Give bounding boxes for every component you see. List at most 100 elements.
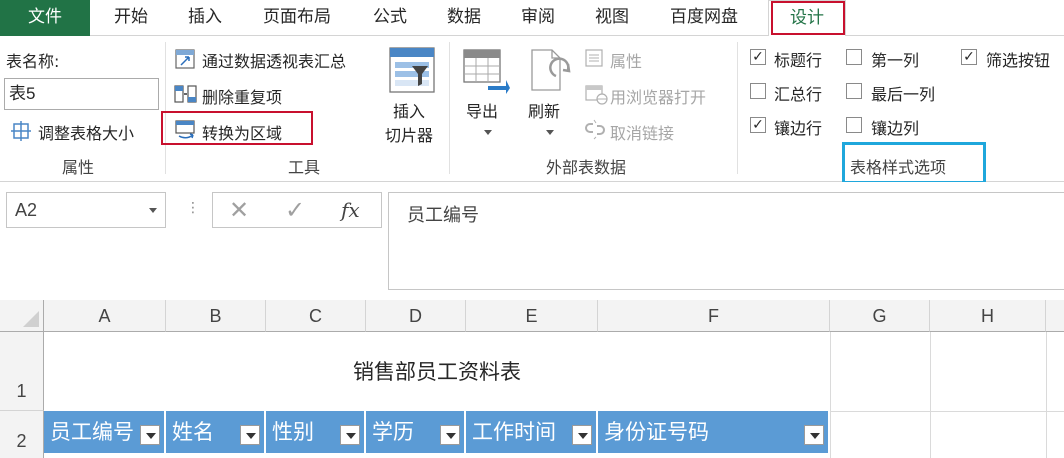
column-header-g[interactable]: G bbox=[830, 300, 930, 332]
filter-dropdown-icon[interactable] bbox=[140, 425, 160, 445]
column-header-i[interactable] bbox=[1046, 300, 1064, 332]
header-row-checkbox[interactable]: ✓ bbox=[750, 49, 766, 65]
group-divider bbox=[165, 42, 166, 174]
refresh-icon bbox=[528, 46, 574, 98]
table-header-cell[interactable]: 工作时间 bbox=[466, 411, 598, 453]
group-label-external-data: 外部表数据 bbox=[546, 158, 627, 177]
name-box-value: A2 bbox=[15, 200, 38, 220]
refresh-button[interactable]: 刷新 bbox=[528, 98, 560, 122]
table-header-cell[interactable]: 学历 bbox=[366, 411, 466, 453]
sheet-title-cell[interactable]: 销售部员工资料表 bbox=[44, 333, 830, 411]
insert-slicer-label-1[interactable]: 插入 bbox=[393, 98, 425, 122]
first-column-checkbox[interactable] bbox=[846, 49, 862, 65]
banded-columns-checkbox[interactable] bbox=[846, 117, 862, 133]
tab-file[interactable]: 文件 bbox=[0, 0, 90, 36]
column-header-h[interactable]: H bbox=[930, 300, 1046, 332]
tab-formulas[interactable]: 公式 bbox=[354, 0, 426, 36]
column-header-a[interactable]: A bbox=[44, 300, 166, 332]
export-dropdown-icon[interactable] bbox=[484, 130, 492, 135]
filter-dropdown-icon[interactable] bbox=[440, 425, 460, 445]
table-name-label: 表名称: bbox=[6, 52, 60, 71]
tab-view[interactable]: 视图 bbox=[576, 0, 648, 36]
gridline bbox=[830, 332, 831, 458]
external-properties-button[interactable]: 属性 bbox=[610, 48, 642, 72]
group-label-tools: 工具 bbox=[288, 158, 321, 177]
select-all-corner[interactable] bbox=[0, 300, 44, 332]
last-column-checkbox[interactable] bbox=[846, 83, 862, 99]
table-header-label: 身份证号码 bbox=[604, 420, 709, 444]
column-header-c[interactable]: C bbox=[266, 300, 366, 332]
column-header-d[interactable]: D bbox=[366, 300, 466, 332]
summarize-pivot-button[interactable]: 通过数据透视表汇总 bbox=[202, 48, 346, 72]
resize-table-icon bbox=[10, 120, 32, 146]
column-header-b[interactable]: B bbox=[166, 300, 266, 332]
gridline bbox=[930, 332, 931, 458]
tab-insert[interactable]: 插入 bbox=[168, 0, 242, 36]
open-in-browser-button[interactable]: 用浏览器打开 bbox=[610, 84, 706, 108]
enter-icon[interactable]: ✓ bbox=[285, 193, 305, 227]
table-name-input[interactable]: 表5 bbox=[4, 78, 159, 110]
tab-baidu-netdisk[interactable]: 百度网盘 bbox=[650, 0, 758, 36]
remove-duplicates-icon bbox=[174, 83, 198, 109]
filter-dropdown-icon[interactable] bbox=[240, 425, 260, 445]
group-label-properties: 属性 bbox=[62, 158, 95, 177]
refresh-dropdown-icon[interactable] bbox=[546, 130, 554, 135]
filter-button-checkbox[interactable]: ✓ bbox=[961, 49, 977, 65]
header-row-label: 标题行 bbox=[774, 51, 823, 70]
banded-columns-label: 镶边列 bbox=[871, 119, 920, 138]
filter-dropdown-icon[interactable] bbox=[572, 425, 592, 445]
formula-input[interactable]: 员工编号 bbox=[388, 192, 1064, 290]
table-header-label: 工作时间 bbox=[472, 420, 556, 444]
group-label-table-style-options: 表格样式选项 bbox=[850, 158, 947, 177]
name-box-dropdown-icon[interactable] bbox=[149, 208, 157, 213]
gridline bbox=[1046, 332, 1047, 458]
open-in-browser-icon bbox=[584, 83, 608, 109]
total-row-checkbox[interactable] bbox=[750, 83, 766, 99]
row-header-1[interactable]: 1 bbox=[0, 332, 44, 411]
remove-duplicates-button[interactable]: 删除重复项 bbox=[202, 84, 282, 108]
unlink-icon bbox=[584, 118, 606, 144]
tab-review[interactable]: 审阅 bbox=[502, 0, 574, 36]
name-box[interactable]: A2 bbox=[6, 192, 166, 228]
last-column-label: 最后一列 bbox=[871, 85, 936, 104]
tab-data[interactable]: 数据 bbox=[428, 0, 500, 36]
convert-to-range-button[interactable]: 转换为区域 bbox=[202, 120, 282, 144]
total-row-label: 汇总行 bbox=[774, 85, 823, 104]
table-header-cell[interactable]: 姓名 bbox=[166, 411, 266, 453]
formula-bar: A2 ⋮ ✕ ✓ fx 员工编号 bbox=[0, 182, 1064, 300]
column-header-f[interactable]: F bbox=[598, 300, 830, 332]
cancel-icon[interactable]: ✕ bbox=[229, 193, 249, 227]
filter-button-label: 筛选按钮 bbox=[986, 51, 1051, 70]
table-header-label: 员工编号 bbox=[50, 420, 134, 444]
resize-table-button[interactable]: 调整表格大小 bbox=[38, 120, 134, 144]
convert-to-range-icon bbox=[174, 118, 198, 144]
table-header-cell[interactable]: 员工编号 bbox=[44, 411, 166, 453]
table-header-label: 学历 bbox=[372, 420, 414, 444]
export-button[interactable]: 导出 bbox=[466, 98, 498, 122]
tab-home[interactable]: 开始 bbox=[94, 0, 168, 36]
table-header-label: 姓名 bbox=[172, 420, 214, 444]
tab-design[interactable]: 设计 bbox=[768, 0, 846, 37]
ribbon-tab-bar: 文件 开始 插入 页面布局 公式 数据 审阅 视图 百度网盘 设计 bbox=[0, 0, 1064, 37]
formula-bar-grip-icon[interactable]: ⋮ bbox=[186, 200, 200, 216]
table-header-cell[interactable]: 身份证号码 bbox=[598, 411, 830, 453]
filter-dropdown-icon[interactable] bbox=[340, 425, 360, 445]
tab-page-layout[interactable]: 页面布局 bbox=[244, 0, 350, 36]
export-icon bbox=[462, 46, 512, 98]
unlink-button[interactable]: 取消链接 bbox=[610, 120, 674, 144]
insert-function-icon[interactable]: fx bbox=[341, 193, 360, 227]
row-header-2[interactable]: 2 bbox=[0, 411, 44, 458]
column-header-e[interactable]: E bbox=[466, 300, 598, 332]
first-column-label: 第一列 bbox=[871, 51, 920, 70]
table-header-label: 性别 bbox=[272, 420, 314, 444]
properties-icon bbox=[584, 48, 604, 72]
group-divider bbox=[449, 42, 450, 174]
banded-rows-checkbox[interactable]: ✓ bbox=[750, 117, 766, 133]
ribbon: 表名称: 表5 调整表格大小 属性 通过数据透视表汇总 删除重复项 转换为区域 … bbox=[0, 36, 1064, 184]
filter-dropdown-icon[interactable] bbox=[804, 425, 824, 445]
table-header-cell[interactable]: 性别 bbox=[266, 411, 366, 453]
group-divider bbox=[737, 42, 738, 174]
formula-buttons: ✕ ✓ fx bbox=[212, 192, 382, 228]
banded-rows-label: 镶边行 bbox=[774, 119, 823, 138]
insert-slicer-label-2[interactable]: 切片器 bbox=[385, 122, 433, 146]
